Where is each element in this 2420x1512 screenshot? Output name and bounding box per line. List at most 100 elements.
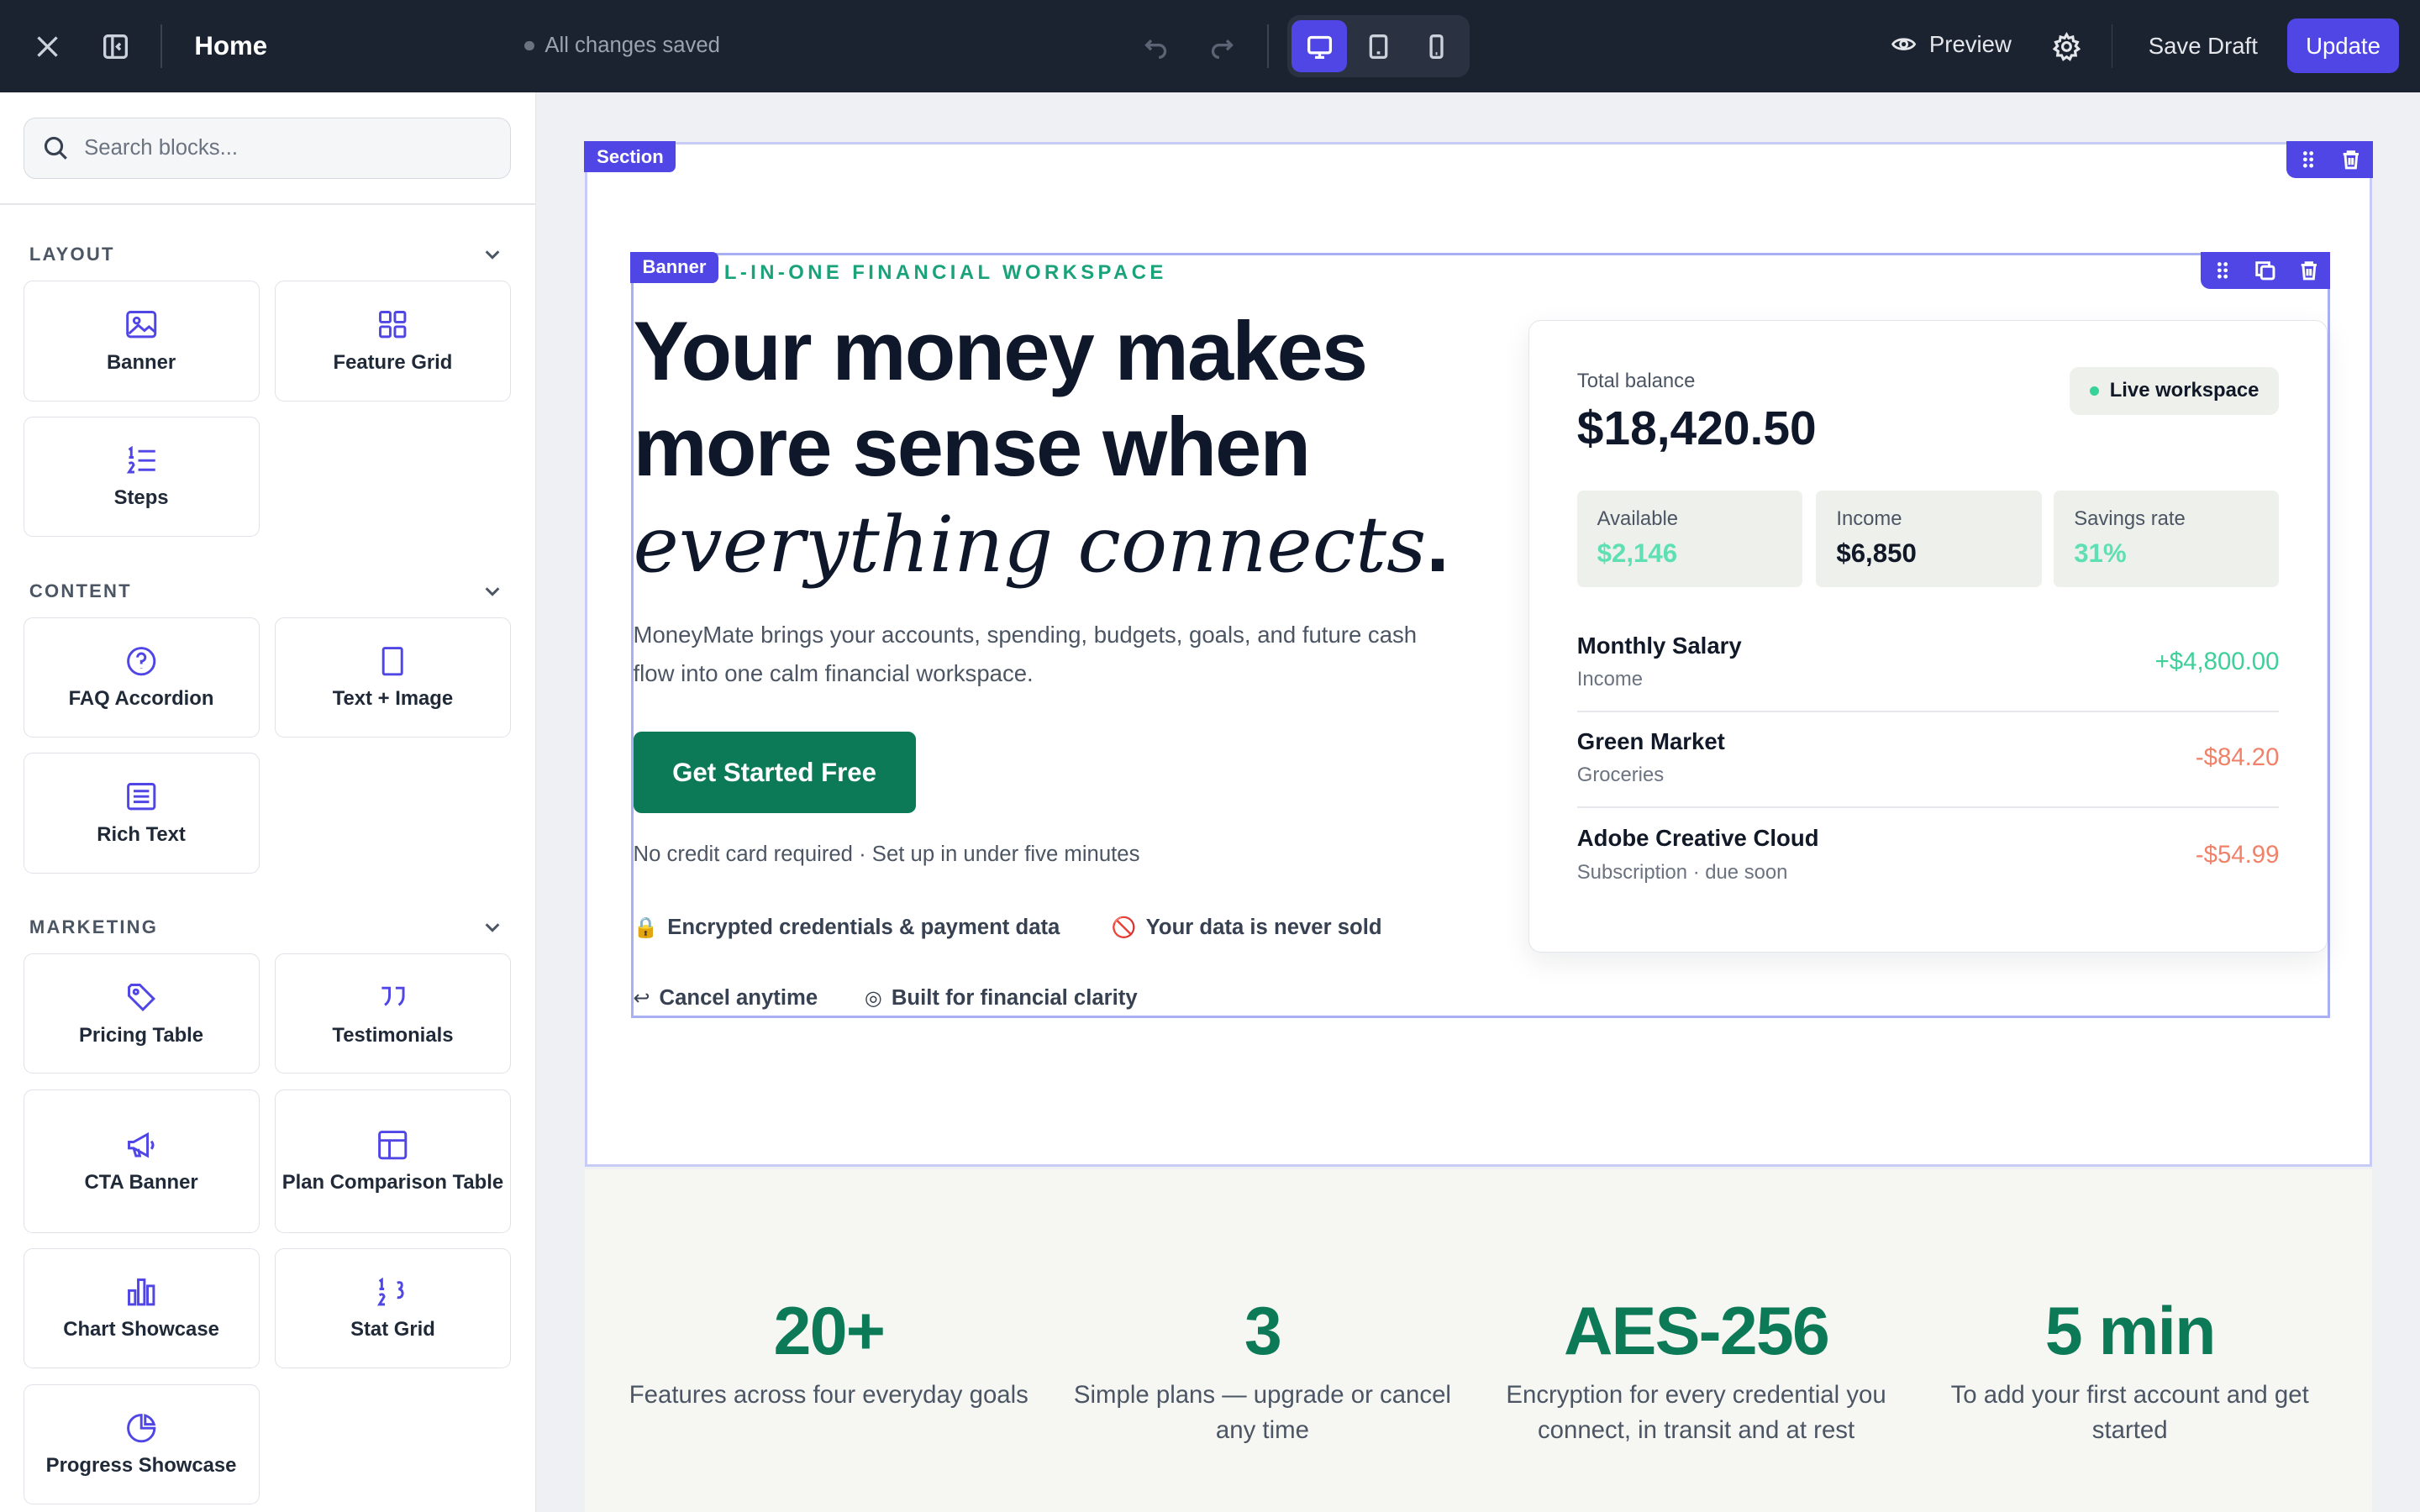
undo-icon[interactable] — [1134, 24, 1177, 67]
stat-description: Features across four everyday goals — [629, 1380, 1028, 1409]
eyebrow-text: L-IN-ONE FINANCIAL WORKSPACE — [723, 260, 1167, 284]
divider — [1576, 711, 2280, 713]
transaction-name: Adobe Creative Cloud — [1576, 825, 1819, 852]
transaction-row: Adobe Creative Cloud Subscription · due … — [1577, 819, 2280, 915]
block-label: Testimonials — [332, 1023, 454, 1047]
mini-stat-label: Savings rate — [2074, 507, 2186, 530]
block-plan-comparison-table[interactable]: Plan Comparison Table — [274, 1089, 511, 1233]
megaphone-icon — [127, 1131, 155, 1158]
chevron-down-icon — [485, 923, 500, 932]
trust-text: Your data is never sold — [1145, 915, 1382, 939]
image-icon — [126, 311, 157, 339]
close-icon[interactable] — [26, 24, 69, 67]
balance-value: $18,420.50 — [1576, 402, 1817, 456]
headline-period: . — [1426, 496, 1449, 591]
block-label: Progress Showcase — [45, 1454, 237, 1478]
trust-item: ◎ Built for financial clarity — [865, 986, 1138, 1011]
block-testimonials[interactable]: Testimonials — [274, 953, 511, 1074]
block-cta-banner[interactable]: CTA Banner — [23, 1089, 260, 1233]
desktop-view-button[interactable] — [1292, 19, 1348, 73]
transaction-row: Green Market Groceries -$84.20 — [1577, 722, 2280, 817]
block-feature-grid[interactable]: Feature Grid — [274, 281, 511, 402]
stat-item: AES-256 Encryption for every credential … — [1494, 1293, 1898, 1448]
stat-value: 5 min — [2044, 1294, 2217, 1370]
block-label: Rich Text — [97, 822, 186, 846]
mini-stat-label: Income — [1836, 507, 1902, 530]
trust-item: 🚫 Your data is never sold — [1112, 916, 1382, 940]
group-header-layout[interactable]: LAYOUT — [29, 244, 511, 265]
mini-stat-available: Available $2,146 — [1576, 490, 1802, 588]
trash-icon[interactable] — [2287, 252, 2330, 289]
divider — [160, 24, 162, 68]
tablet-view-button[interactable] — [1350, 20, 1406, 72]
selected-section[interactable]: Section L-IN-ONE FINANCIAL WORKSPACE Ban… — [584, 141, 2373, 1167]
divider — [2111, 24, 2113, 68]
settings-gear-icon[interactable] — [2045, 24, 2088, 67]
group-header-marketing[interactable]: MARKETING — [29, 916, 511, 938]
banner-tag: Banner — [629, 251, 719, 283]
block-faq-accordion[interactable]: FAQ Accordion — [23, 617, 260, 738]
get-started-button[interactable]: Get Started Free — [633, 732, 916, 814]
save-draft-button[interactable]: Save Draft — [2149, 33, 2258, 60]
mini-stat-savings-rate: Savings rate 31% — [2054, 490, 2280, 588]
stats-section: 20+ Features across four everyday goals … — [585, 1169, 2373, 1512]
banner-toolbar — [2201, 251, 2331, 289]
block-pricing-table[interactable]: Pricing Table — [23, 953, 260, 1074]
prohibited-icon: 🚫 — [1111, 916, 1137, 939]
sidebar-toggle-icon[interactable] — [94, 24, 137, 67]
editor-canvas: Section L-IN-ONE FINANCIAL WORKSPACE Ban… — [537, 92, 2420, 1512]
hero-subcopy: MoneyMate brings your accounts, spending… — [633, 622, 1418, 687]
search-input[interactable] — [81, 134, 489, 162]
mini-stat-value: $2,146 — [1597, 538, 1678, 568]
transaction-category: Income — [1576, 667, 1644, 690]
trust-text: Built for financial clarity — [891, 986, 1138, 1011]
document-icon — [381, 646, 403, 676]
status-dot — [2089, 386, 2099, 396]
mobile-view-button[interactable] — [1409, 20, 1465, 72]
block-stat-grid[interactable]: Stat Grid — [274, 1247, 511, 1369]
block-label: Stat Grid — [350, 1318, 435, 1341]
block-chart-showcase[interactable]: Chart Showcase — [23, 1247, 260, 1369]
redo-icon[interactable] — [1201, 24, 1244, 67]
price-tag-icon — [127, 984, 155, 1012]
page-builder: Home All changes saved Preview Save Draf… — [0, 0, 2420, 1512]
duplicate-icon[interactable] — [2244, 252, 2287, 289]
trust-text: Encrypted credentials & payment data — [667, 915, 1060, 939]
tablet-icon — [1369, 34, 1387, 59]
preview-button[interactable]: Preview — [1891, 31, 2012, 58]
eye-icon — [1891, 38, 1917, 50]
group-title: CONTENT — [29, 580, 132, 601]
grid-icon — [379, 311, 407, 339]
status-dot — [524, 41, 534, 51]
divider — [1266, 24, 1269, 68]
lock-icon: 🔒 — [633, 916, 659, 939]
block-steps[interactable]: Steps — [23, 416, 260, 538]
transaction-name: Green Market — [1576, 727, 1725, 754]
stat-value: AES-256 — [1564, 1294, 1830, 1370]
chevron-down-icon — [485, 250, 500, 260]
block-rich-text[interactable]: Rich Text — [23, 753, 260, 874]
balance-label: Total balance — [1576, 370, 1696, 393]
drag-handle-icon[interactable] — [2201, 252, 2244, 289]
stat-value: 20+ — [773, 1294, 886, 1370]
block-library-sidebar: LAYOUT Banner Feature Grid Steps CONTENT… — [0, 92, 537, 1512]
live-workspace-badge: Live workspace — [2069, 366, 2280, 416]
transaction-row: Monthly Salary Income +$4,800.00 — [1577, 626, 2280, 722]
update-button[interactable]: Update — [2287, 18, 2399, 74]
selected-banner-block[interactable]: L-IN-ONE FINANCIAL WORKSPACE Banner Your… — [629, 251, 2331, 1018]
save-status: All changes saved — [524, 34, 720, 58]
stat-description: Encryption for every credential you conn… — [1506, 1380, 1886, 1444]
group-header-content[interactable]: CONTENT — [29, 580, 511, 602]
trust-item: 🔒 Encrypted credentials & payment data — [634, 916, 1060, 940]
block-banner[interactable]: Banner — [23, 281, 260, 402]
numbered-list-icon — [126, 445, 155, 474]
trash-icon[interactable] — [2329, 141, 2372, 178]
drag-handle-icon[interactable] — [2286, 141, 2329, 178]
live-label: Live workspace — [2109, 379, 2260, 402]
stat-item: 3 Simple plans — upgrade or cancel any t… — [1060, 1293, 1465, 1448]
numbers-icon — [377, 1277, 404, 1306]
block-label: Text + Image — [332, 687, 454, 711]
block-progress-showcase[interactable]: Progress Showcase — [23, 1383, 260, 1504]
section-tag: Section — [584, 141, 676, 173]
block-text-image[interactable]: Text + Image — [274, 617, 511, 738]
